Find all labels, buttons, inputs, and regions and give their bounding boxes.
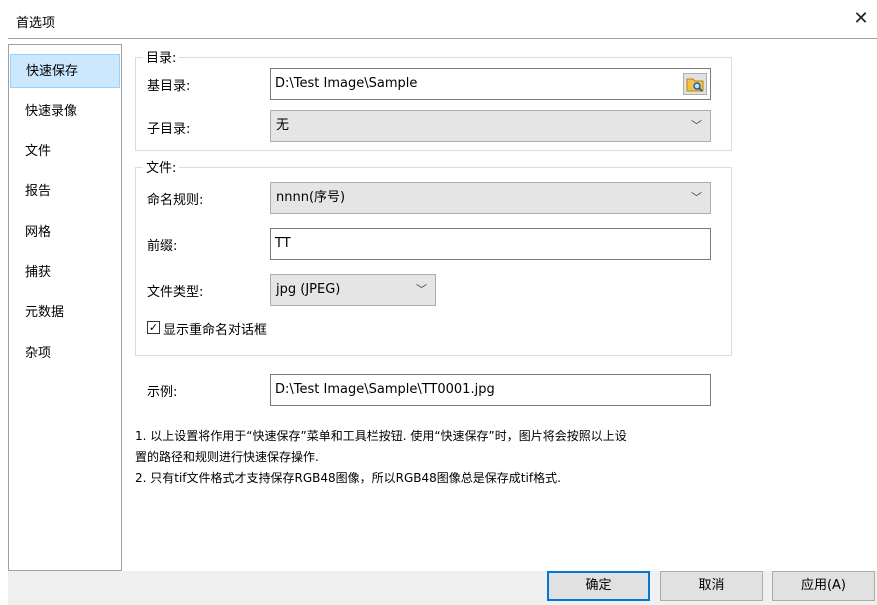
file-type-value: jpg (JPEG): [276, 282, 341, 297]
base-dir-value: D:\Test Image\Sample: [275, 76, 418, 91]
sidebar-item-capture[interactable]: 捕获: [10, 256, 120, 290]
prefix-label: 前缀:: [147, 239, 178, 254]
notes-text: 1. 以上设置将作用于“快速保存”菜单和工具栏按钮. 使用“快速保存”时，图片将…: [135, 426, 775, 489]
title-bar: 首选项 ✕: [0, 0, 877, 38]
file-type-select[interactable]: jpg (JPEG) ﹀: [270, 274, 436, 306]
apply-button[interactable]: 应用(A): [772, 571, 875, 601]
sub-dir-label: 子目录:: [147, 122, 191, 137]
base-dir-field[interactable]: D:\Test Image\Sample: [270, 68, 711, 100]
sidebar-item-label: 快速保存: [26, 64, 79, 79]
sidebar-item-misc[interactable]: 杂项: [10, 337, 120, 371]
close-button[interactable]: ✕: [848, 6, 874, 32]
sub-dir-select[interactable]: 无 ﹀: [270, 110, 711, 142]
sidebar-item-file[interactable]: 文件: [10, 135, 120, 169]
sub-dir-value: 无: [276, 118, 290, 133]
sidebar-item-grid[interactable]: 网格: [10, 216, 120, 250]
footer-bar: 确定 取消 应用(A): [8, 571, 877, 605]
prefix-field[interactable]: TT: [270, 228, 711, 260]
ok-button[interactable]: 确定: [547, 571, 650, 601]
sidebar-item-label: 快速录像: [25, 104, 78, 119]
base-dir-label: 基目录:: [147, 79, 191, 94]
sidebar-item-quick-save[interactable]: 快速保存: [10, 54, 120, 88]
directory-group-title: 目录:: [143, 47, 180, 66]
example-field: D:\Test Image\Sample\TT0001.jpg: [270, 374, 711, 406]
file-type-label: 文件类型:: [147, 285, 204, 300]
sidebar-item-label: 报告: [25, 184, 52, 199]
note-line-2: 置的路径和规则进行快速保存操作.: [135, 450, 319, 464]
naming-rule-label: 命名规则:: [147, 193, 204, 208]
rename-dialog-checkbox[interactable]: ✓: [147, 321, 160, 334]
sidebar: 快速保存 快速录像 文件 报告 网格 捕获 元数据 杂项: [8, 44, 122, 571]
naming-rule-value: nnnn(序号): [276, 190, 346, 205]
sidebar-item-report[interactable]: 报告: [10, 175, 120, 209]
sidebar-item-label: 杂项: [25, 346, 52, 361]
sidebar-item-label: 文件: [25, 144, 52, 159]
chevron-down-icon: ﹀: [691, 119, 702, 132]
window-title: 首选项: [16, 16, 56, 31]
sidebar-item-metadata[interactable]: 元数据: [10, 296, 120, 330]
chevron-down-icon: ﹀: [691, 191, 702, 204]
file-group-title: 文件:: [143, 157, 180, 176]
note-line-3: 2. 只有tif文件格式才支持保存RGB48图像，所以RGB48图像总是保存成t…: [135, 471, 561, 485]
sidebar-item-quick-record[interactable]: 快速录像: [10, 95, 120, 129]
folder-browse-icon: [686, 78, 704, 92]
sidebar-item-label: 元数据: [25, 305, 65, 320]
rename-dialog-label: 显示重命名对话框: [163, 323, 268, 338]
naming-rule-select[interactable]: nnnn(序号) ﹀: [270, 182, 711, 214]
cancel-button[interactable]: 取消: [660, 571, 763, 601]
prefix-value: TT: [275, 236, 291, 251]
example-value: D:\Test Image\Sample\TT0001.jpg: [275, 382, 495, 397]
title-divider: [8, 38, 877, 39]
note-line-1: 1. 以上设置将作用于“快速保存”菜单和工具栏按钮. 使用“快速保存”时，图片将…: [135, 429, 627, 443]
example-label: 示例:: [147, 385, 178, 400]
sidebar-item-label: 网格: [25, 225, 52, 240]
browse-button[interactable]: [683, 73, 707, 95]
close-icon: ✕: [853, 8, 869, 29]
sidebar-item-label: 捕获: [25, 265, 52, 280]
chevron-down-icon: ﹀: [416, 283, 427, 296]
